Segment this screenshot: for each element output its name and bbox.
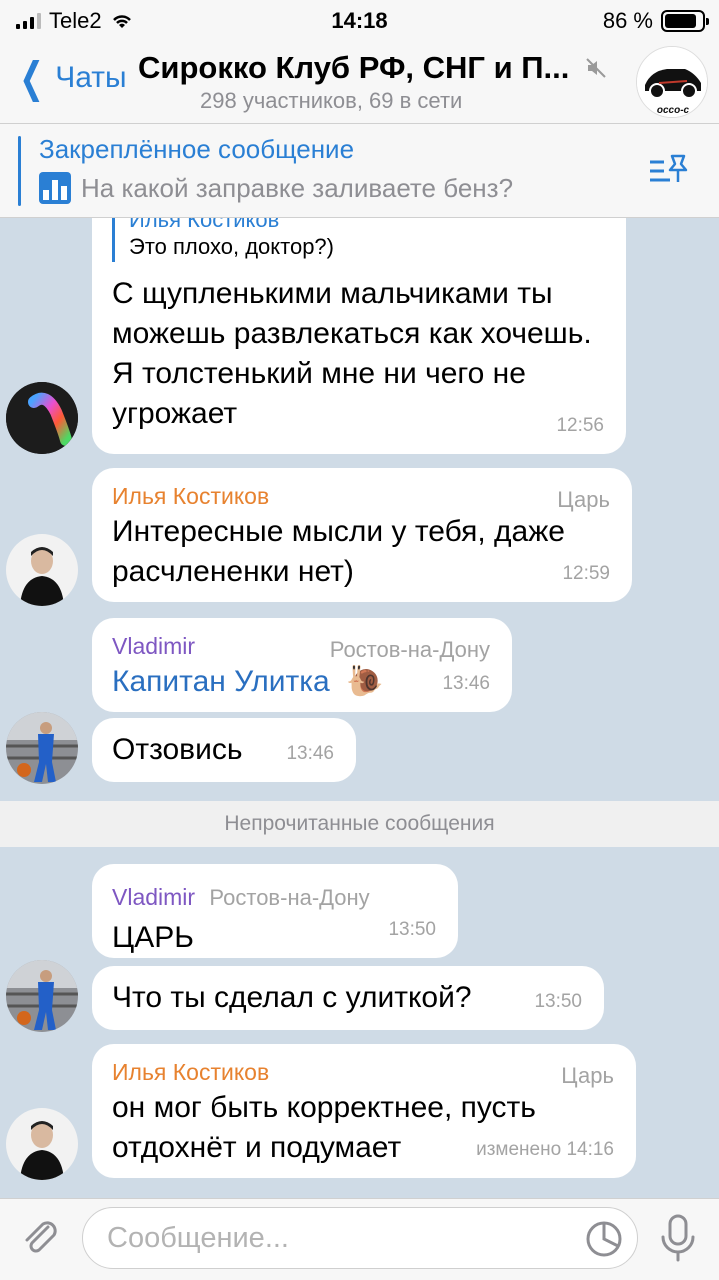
message-bubble[interactable]: Vladimir Ростов-на-Дону ЦАРЬ 13:50: [92, 864, 458, 958]
message-bubble[interactable]: Vladimir Ростов-на-Дону Капитан Улитка 🐌…: [92, 618, 512, 712]
pinned-accent-bar: [18, 136, 21, 206]
sender-name[interactable]: Илья Костиков: [112, 480, 612, 512]
message-time: 13:50: [534, 991, 582, 1012]
sender-name[interactable]: Vladimir: [112, 884, 195, 910]
message-time: 13:50: [388, 919, 436, 940]
chat-title[interactable]: Сирокко Клуб РФ, СНГ и П...: [138, 50, 588, 86]
message-time: 13:46: [442, 673, 490, 694]
message-field[interactable]: [82, 1207, 638, 1269]
mute-icon: [586, 58, 606, 78]
avatar[interactable]: [6, 534, 78, 606]
sender-role: Царь: [561, 1063, 614, 1088]
back-chevron-icon: ❮: [19, 54, 44, 101]
sender-role: Ростов-на-Дону: [209, 885, 370, 910]
svg-text:occo-c: occo-c: [657, 105, 690, 116]
message-text: Что ты сделал с улиткой?: [112, 981, 472, 1014]
message-bubble[interactable]: Отзовись 13:46: [92, 718, 356, 782]
car-logo-icon: occo-c: [637, 47, 707, 117]
battery-percent: 86 %: [602, 8, 653, 33]
message-time: 12:59: [562, 563, 610, 584]
sender-role: Царь: [557, 487, 610, 512]
chat-header: ❮ Чаты Сирокко Клуб РФ, СНГ и П... 298 у…: [0, 40, 719, 124]
chat-area[interactable]: Илья Костиков Это плохо, доктор?) С щупл…: [0, 218, 719, 1198]
message-text: Интересные мысли у тебя, даже расчлененк…: [112, 515, 565, 588]
avatar[interactable]: [6, 712, 78, 784]
avatar[interactable]: [6, 960, 78, 1032]
attach-icon[interactable]: [18, 1215, 62, 1259]
message-input-bar: [0, 1198, 719, 1280]
group-avatar[interactable]: occo-c: [636, 46, 708, 118]
message-bubble[interactable]: Илья Костиков Царь он мог быть корректне…: [92, 1044, 636, 1178]
pinned-title: Закреплённое сообщение: [39, 134, 355, 164]
status-bar: Tele2 14:18 86 %: [0, 0, 719, 40]
pinned-preview: На какой заправке заливаете бенз?: [39, 172, 513, 204]
message-bubble[interactable]: Илья Костиков Царь Интересные мысли у те…: [92, 468, 632, 602]
message-time: 13:46: [286, 743, 334, 764]
message-time: изменено 14:16: [476, 1139, 614, 1160]
avatar[interactable]: [6, 1108, 78, 1180]
avatar[interactable]: [6, 382, 78, 454]
unread-separator: Непрочитанные сообщения: [0, 801, 719, 847]
sticker-icon[interactable]: [585, 1220, 623, 1258]
back-label: Чаты: [55, 61, 127, 94]
back-button[interactable]: ❮ Чаты: [14, 54, 127, 101]
chat-subtitle: 298 участников, 69 в сети: [200, 88, 463, 113]
sender-name[interactable]: Илья Костиков: [112, 1056, 616, 1088]
battery-group: 86 %: [602, 8, 709, 34]
battery-icon: [661, 10, 709, 32]
reply-quote[interactable]: Илья Костиков Это плохо, доктор?): [112, 218, 606, 262]
message-input[interactable]: [107, 1208, 577, 1268]
message-bubble[interactable]: Илья Костиков Это плохо, доктор?) С щупл…: [92, 218, 626, 454]
message-link-text[interactable]: Капитан Улитка: [112, 665, 330, 698]
pinned-text: На какой заправке заливаете бенз?: [81, 172, 514, 203]
reply-sender: Илья Костиков: [129, 218, 280, 232]
pinned-message[interactable]: Закреплённое сообщение На какой заправке…: [0, 124, 719, 218]
reply-text: Это плохо, доктор?): [129, 234, 334, 259]
message-bubble[interactable]: Что ты сделал с улиткой? 13:50: [92, 966, 604, 1030]
poll-icon: [39, 172, 71, 204]
message-text: С щупленькими мальчиками ты можешь развл…: [112, 277, 592, 430]
mic-icon[interactable]: [658, 1213, 698, 1263]
pinned-list-icon[interactable]: [648, 152, 690, 190]
message-time: 12:56: [556, 415, 604, 436]
